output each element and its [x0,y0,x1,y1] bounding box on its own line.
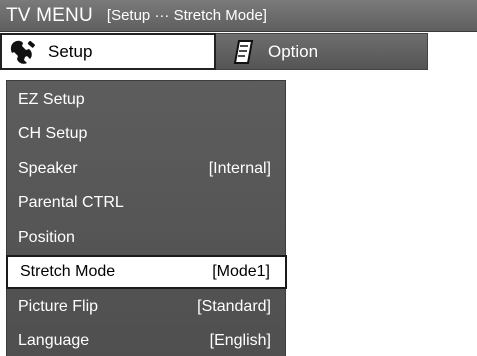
menu-item-value: [Standard] [197,298,271,315]
menu-item-language[interactable]: Language [English] [7,324,285,356]
menu-item-speaker[interactable]: Speaker [Internal] [7,152,285,186]
menu-item-position[interactable]: Position [7,221,285,255]
breadcrumb: [Setup ··· Stretch Mode] [106,7,267,24]
notepad-icon [230,38,258,66]
menu-item-stretch-mode[interactable]: Stretch Mode [Mode1] [6,255,287,289]
title-bar: TV MENU [Setup ··· Stretch Mode] [0,0,477,32]
menu-item-parental-ctrl[interactable]: Parental CTRL [7,186,285,220]
menu-item-label: Stretch Mode [20,263,116,280]
menu-item-picture-flip[interactable]: Picture Flip [Standard] [7,290,285,324]
menu-item-value: [Internal] [208,160,271,177]
menu-item-value: [Mode1] [212,263,270,280]
wrench-icon [10,38,38,66]
menu-item-label: Picture Flip [18,298,99,315]
menu-item-label: EZ Setup [18,91,85,108]
tab-option[interactable]: Option [216,33,428,70]
tab-setup[interactable]: Setup [0,33,216,70]
menu-item-ch-setup[interactable]: CH Setup [7,117,285,151]
menu-item-value: [English] [209,332,271,349]
menu-item-label: Parental CTRL [18,194,124,211]
tab-option-label: Option [268,41,319,61]
tab-setup-label: Setup [48,41,93,61]
menu-item-label: CH Setup [18,125,88,142]
menu-item-label: Language [18,332,90,349]
tv-menu-screen: TV MENU [Setup ··· Stretch Mode] Setup O… [0,0,477,356]
menu-title: TV MENU [6,4,93,26]
menu-item-label: Position [18,229,75,246]
setup-menu-panel: EZ Setup CH Setup Speaker [Internal] Par… [6,80,287,356]
menu-item-label: Speaker [18,160,78,177]
menu-item-ez-setup[interactable]: EZ Setup [7,83,285,117]
